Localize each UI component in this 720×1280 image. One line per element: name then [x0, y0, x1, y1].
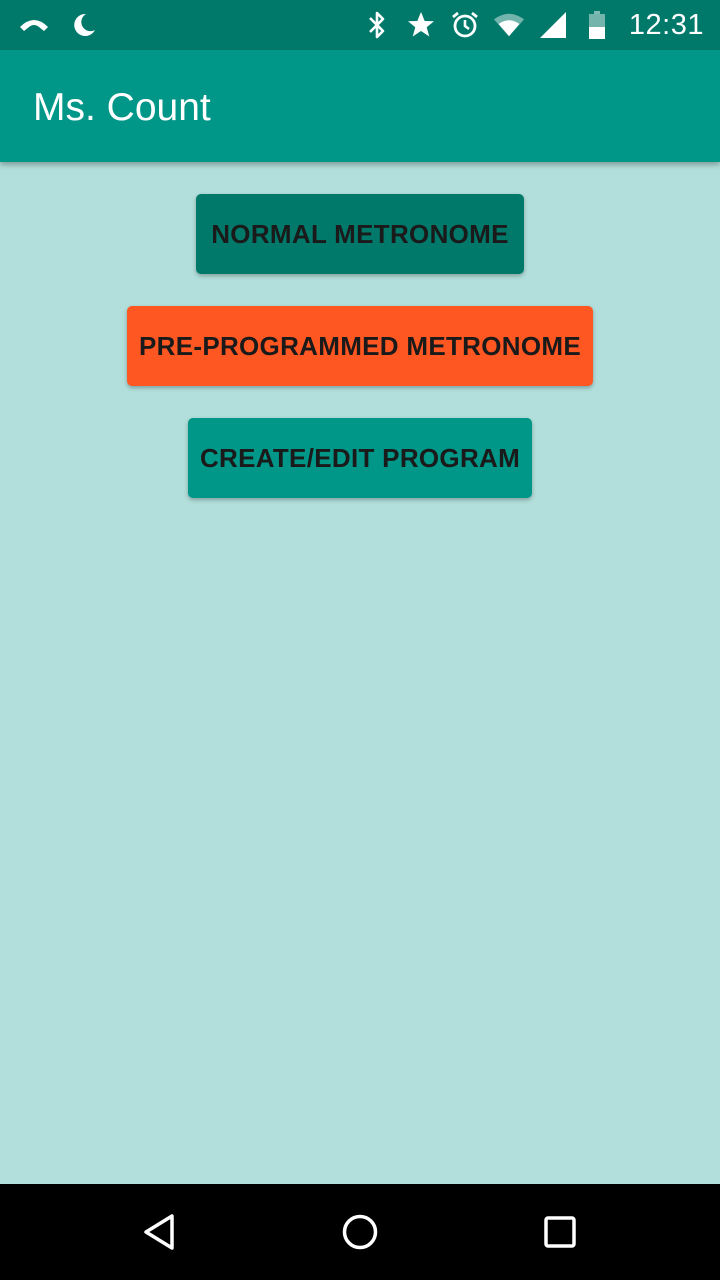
create-edit-program-button[interactable]: CREATE/EDIT PROGRAM	[188, 418, 532, 498]
status-bar: 12:31	[0, 0, 720, 50]
status-time: 12:31	[628, 8, 704, 41]
star-icon	[405, 9, 437, 41]
status-right-icons: 12:31	[361, 0, 704, 50]
home-button[interactable]	[330, 1202, 390, 1262]
recents-icon	[544, 1216, 576, 1248]
navigation-bar	[0, 1184, 720, 1280]
status-left-icons	[18, 0, 100, 50]
normal-metronome-button[interactable]: NORMAL METRONOME	[196, 194, 524, 274]
battery-icon	[581, 9, 613, 41]
main-content: NORMAL METRONOME PRE-PROGRAMMED METRONOM…	[0, 162, 720, 1184]
wifi-icon	[493, 9, 525, 41]
app-bar: Ms. Count	[0, 50, 720, 162]
moon-icon	[68, 9, 100, 41]
back-icon	[144, 1214, 174, 1250]
bluetooth-icon	[361, 9, 393, 41]
signal-icon	[537, 9, 569, 41]
recents-button[interactable]	[530, 1202, 590, 1262]
app-title: Ms. Count	[33, 86, 211, 129]
alarm-icon	[449, 9, 481, 41]
phone-icon	[18, 9, 50, 41]
back-button[interactable]	[130, 1202, 190, 1262]
pre-programmed-metronome-button[interactable]: PRE-PROGRAMMED METRONOME	[127, 306, 593, 386]
home-icon	[342, 1214, 378, 1250]
